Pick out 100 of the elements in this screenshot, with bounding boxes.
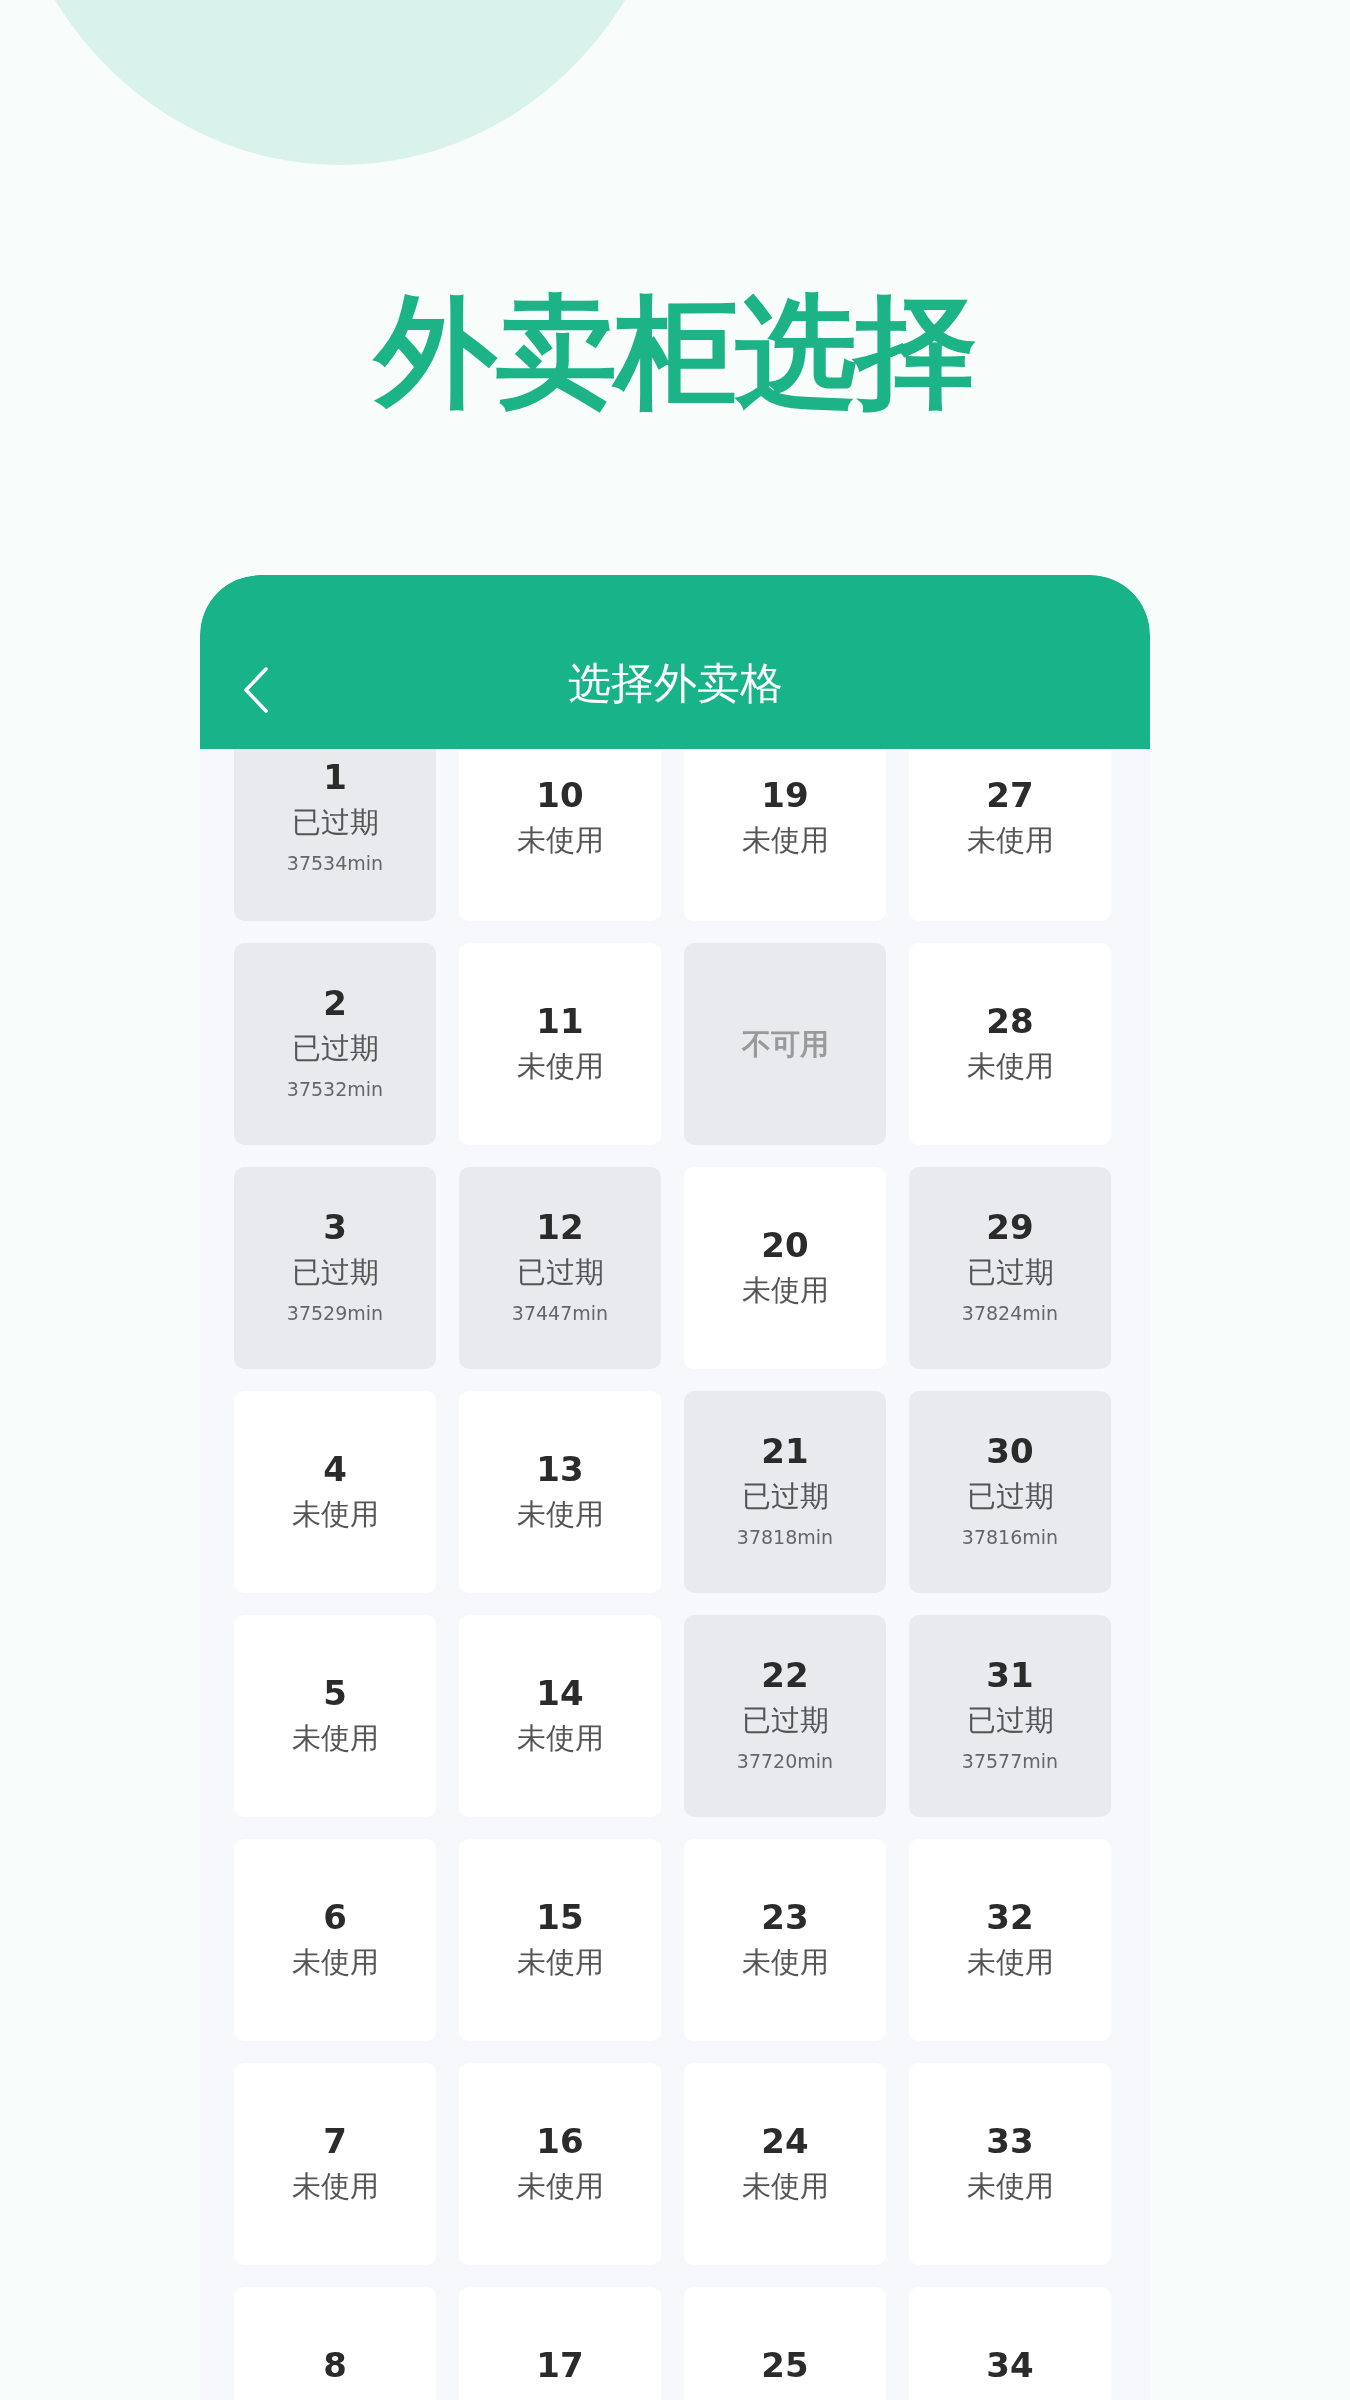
compartment-status: 未使用 <box>516 1496 604 1533</box>
compartment-status: 已过期 <box>966 1702 1054 1739</box>
locker-compartment[interactable]: 20 未使用 <box>684 1167 886 1369</box>
compartment-number: 15 <box>536 1896 584 1939</box>
compartment-number: 1 <box>323 756 347 799</box>
compartment-status: 已过期 <box>966 1478 1054 1515</box>
compartment-status: 未使用 <box>966 1048 1054 1085</box>
locker-compartment[interactable]: 16 未使用 <box>459 2063 661 2265</box>
compartment-status: 未使用 <box>291 2168 379 2205</box>
compartment-number: 29 <box>986 1206 1034 1249</box>
compartment-number: 19 <box>761 774 809 817</box>
compartment-status: 已过期 <box>741 1702 829 1739</box>
compartment-status: 不可用 <box>741 1026 829 1063</box>
locker-compartment[interactable]: 30 已过期 37816min <box>909 1391 1111 1593</box>
compartment-number: 13 <box>536 1448 584 1491</box>
compartment-status: 未使用 <box>966 1944 1054 1981</box>
compartment-number: 2 <box>323 982 347 1025</box>
compartment-status: 未使用 <box>291 1944 379 1981</box>
compartment-number: 22 <box>761 1654 809 1697</box>
screen-title: 选择外卖格 <box>567 657 783 710</box>
compartment-number: 34 <box>986 2344 1034 2387</box>
compartment-number: 12 <box>536 1206 584 1249</box>
compartment-status: 未使用 <box>966 2168 1054 2205</box>
compartment-number: 21 <box>761 1430 809 1473</box>
compartment-number: 28 <box>986 1000 1034 1043</box>
elapsed-time: 37818min <box>736 1525 834 1550</box>
locker-compartment[interactable]: 12 已过期 37447min <box>459 1167 661 1369</box>
compartment-number: 16 <box>536 2120 584 2163</box>
locker-compartment[interactable]: 1 已过期 37534min <box>234 749 436 921</box>
locker-compartment[interactable]: 11 未使用 <box>459 943 661 1145</box>
compartment-status: 未使用 <box>516 2168 604 2205</box>
locker-compartment[interactable]: 31 已过期 37577min <box>909 1615 1111 1817</box>
compartment-status: 已过期 <box>516 1254 604 1291</box>
compartment-number: 5 <box>323 1672 347 1715</box>
locker-compartment[interactable]: 10 未使用 <box>459 749 661 921</box>
compartment-number: 14 <box>536 1672 584 1715</box>
compartment-status: 未使用 <box>291 1496 379 1533</box>
elapsed-time: 37720min <box>736 1749 834 1774</box>
compartment-status: 已过期 <box>291 804 379 841</box>
locker-compartment[interactable]: 24 未使用 <box>684 2063 886 2265</box>
compartment-status: 未使用 <box>966 822 1054 859</box>
compartment-number: 7 <box>323 2120 347 2163</box>
compartment-status: 未使用 <box>741 822 829 859</box>
compartment-number: 17 <box>536 2344 584 2387</box>
compartment-number: 11 <box>536 1000 584 1043</box>
locker-compartment[interactable]: 6 未使用 <box>234 1839 436 2041</box>
compartment-status: 未使用 <box>516 822 604 859</box>
compartment-status: 未使用 <box>516 1944 604 1981</box>
locker-compartment[interactable]: 14 未使用 <box>459 1615 661 1817</box>
locker-compartment[interactable]: 8 <box>234 2287 436 2400</box>
elapsed-time: 37529min <box>286 1301 384 1326</box>
compartment-number: 20 <box>761 1224 809 1267</box>
locker-compartment[interactable]: 15 未使用 <box>459 1839 661 2041</box>
compartment-status: 已过期 <box>741 1478 829 1515</box>
compartment-number: 4 <box>323 1448 347 1491</box>
locker-compartment[interactable]: 32 未使用 <box>909 1839 1111 2041</box>
locker-compartment[interactable]: 5 未使用 <box>234 1615 436 1817</box>
locker-compartment[interactable]: 27 未使用 <box>909 749 1111 921</box>
compartment-status: 未使用 <box>741 2168 829 2205</box>
compartment-status: 未使用 <box>291 1720 379 1757</box>
compartment-number: 30 <box>986 1430 1034 1473</box>
locker-compartment[interactable]: 29 已过期 37824min <box>909 1167 1111 1369</box>
compartment-status: 已过期 <box>291 1030 379 1067</box>
locker-compartment[interactable]: 13 未使用 <box>459 1391 661 1593</box>
locker-compartment[interactable]: 21 已过期 37818min <box>684 1391 886 1593</box>
compartment-number: 3 <box>323 1206 347 1249</box>
compartment-number: 24 <box>761 2120 809 2163</box>
compartment-status: 未使用 <box>741 1272 829 1309</box>
compartment-number: 33 <box>986 2120 1034 2163</box>
locker-compartment[interactable]: 17 <box>459 2287 661 2400</box>
elapsed-time: 37447min <box>511 1301 609 1326</box>
compartment-number: 32 <box>986 1896 1034 1939</box>
locker-compartment[interactable]: 7 未使用 <box>234 2063 436 2265</box>
compartment-number: 27 <box>986 774 1034 817</box>
compartment-status: 未使用 <box>741 1944 829 1981</box>
locker-compartment[interactable]: 34 <box>909 2287 1111 2400</box>
locker-compartment[interactable]: 19 未使用 <box>684 749 886 921</box>
compartment-number: 25 <box>761 2344 809 2387</box>
locker-compartment[interactable]: 25 <box>684 2287 886 2400</box>
compartment-number: 31 <box>986 1654 1034 1697</box>
compartment-number: 23 <box>761 1896 809 1939</box>
elapsed-time: 37816min <box>961 1525 1059 1550</box>
locker-compartment[interactable]: 4 未使用 <box>234 1391 436 1593</box>
compartment-status: 已过期 <box>291 1254 379 1291</box>
elapsed-time: 37824min <box>961 1301 1059 1326</box>
locker-compartment[interactable]: 23 未使用 <box>684 1839 886 2041</box>
compartment-number: 6 <box>323 1896 347 1939</box>
compartment-number: 8 <box>323 2344 347 2387</box>
locker-compartment[interactable]: 28 未使用 <box>909 943 1111 1145</box>
locker-compartment[interactable]: 2 已过期 37532min <box>234 943 436 1145</box>
compartment-number: 10 <box>536 774 584 817</box>
elapsed-time: 37577min <box>961 1749 1059 1774</box>
locker-compartment[interactable]: 3 已过期 37529min <box>234 1167 436 1369</box>
compartment-status: 未使用 <box>516 1048 604 1085</box>
compartment-status: 已过期 <box>966 1254 1054 1291</box>
compartment-status: 未使用 <box>516 1720 604 1757</box>
elapsed-time: 37534min <box>286 851 384 876</box>
locker-compartment[interactable]: 33 未使用 <box>909 2063 1111 2265</box>
locker-compartment[interactable]: 22 已过期 37720min <box>684 1615 886 1817</box>
elapsed-time: 37532min <box>286 1077 384 1102</box>
